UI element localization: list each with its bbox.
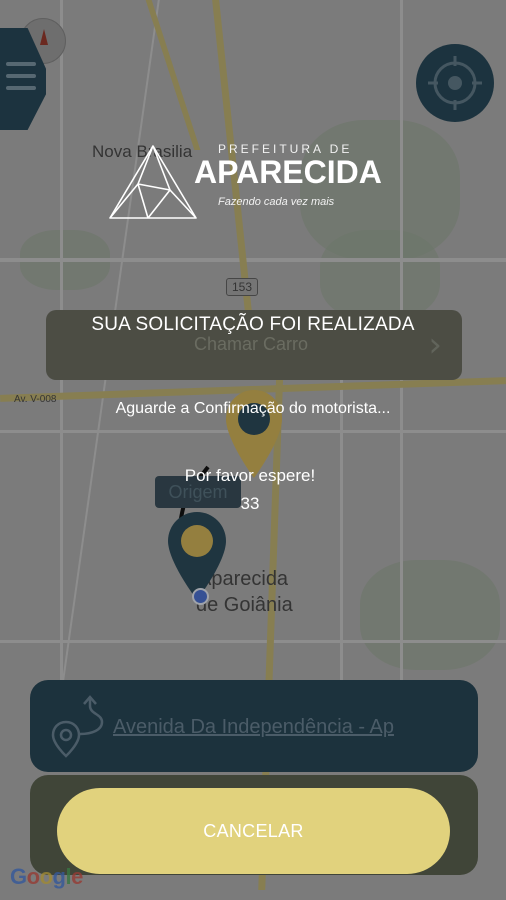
- logo-city: APARECIDA: [194, 154, 382, 190]
- wait-driver-message: Aguarde a Confirmação do motorista...: [115, 400, 391, 417]
- request-confirmation-title: SUA SOLICITAÇÃO FOI REALIZADA: [91, 314, 415, 335]
- countdown-timer: 33: [240, 494, 260, 513]
- please-wait-text: Por favor espere!: [184, 466, 316, 485]
- logo-mark-icon: [109, 145, 197, 219]
- logo-tagline: Fazendo cada vez mais: [218, 196, 335, 208]
- prefeitura-logo: PREFEITURA DE APARECIDA Fazendo cada vez…: [108, 140, 382, 220]
- cancel-button[interactable]: CANCELAR: [57, 788, 450, 874]
- modal-overlay: [0, 0, 506, 900]
